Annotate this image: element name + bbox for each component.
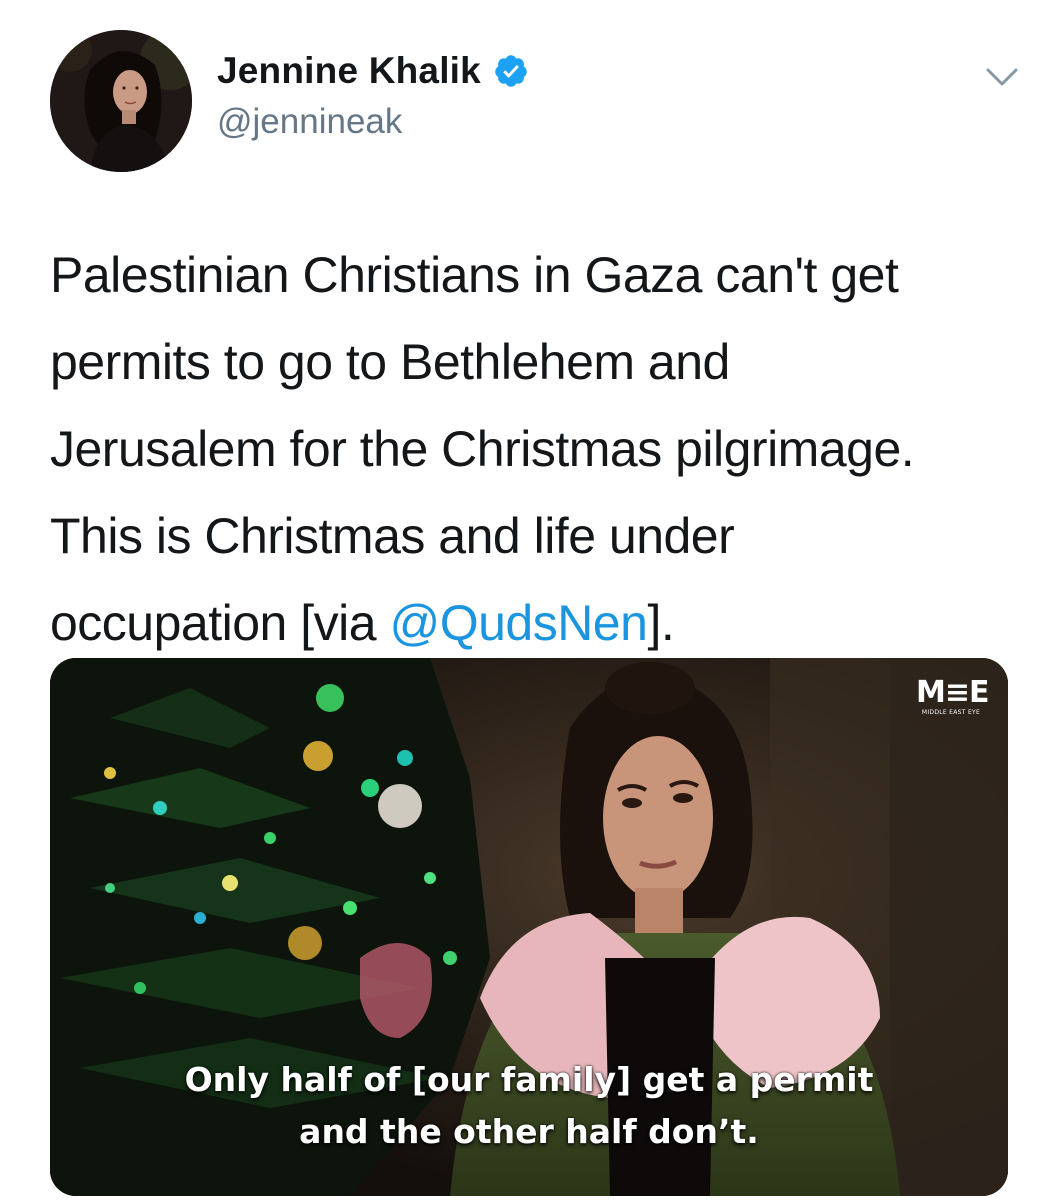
tweet-menu-button[interactable] [982, 62, 1022, 92]
tweet-text-fragment: occupation [via [50, 595, 390, 651]
author-name-row[interactable]: Jennine Khalik [217, 50, 529, 92]
subtitle-line: Only half of [our family] get a permit [184, 1060, 874, 1099]
tweet-text: Palestinian Christians in Gaza can't get… [50, 232, 1020, 667]
subtitle-line: and the other half don’t. [299, 1112, 759, 1151]
tweet-text-line: This is Christmas and life under [50, 508, 735, 564]
author-handle[interactable]: @jennineak [217, 102, 402, 142]
mention-link[interactable]: @QudsNen [389, 595, 648, 651]
author-display-name[interactable]: Jennine Khalik [217, 50, 481, 92]
mee-logo-sub: MIDDLE EAST EYE [921, 709, 981, 716]
media-video[interactable]: M≡E MIDDLE EAST EYE Only half of [our fa… [50, 658, 1008, 1196]
video-subtitle: Only half of [our family] get a permit a… [50, 1054, 1008, 1158]
tweet-text-line: Jerusalem for the Christmas pilgrimage. [50, 421, 915, 477]
tweet-card: Jennine Khalik @jennineak Palestinian Ch… [0, 0, 1061, 1200]
chevron-down-icon [986, 68, 1018, 86]
tweet-text-fragment: ]. [647, 595, 675, 651]
tweet-text-line: occupation [via @QudsNen]. [50, 580, 1020, 667]
tweet-text-line: Palestinian Christians in Gaza can't get [50, 247, 899, 303]
avatar[interactable] [50, 30, 192, 172]
avatar-photo [50, 30, 192, 172]
mee-logo: M≡E MIDDLE EAST EYE [916, 675, 989, 717]
tweet-text-line: permits to go to Bethlehem and [50, 334, 730, 390]
verified-badge-icon [493, 53, 529, 89]
mee-logo-mark: M≡E [916, 675, 989, 710]
